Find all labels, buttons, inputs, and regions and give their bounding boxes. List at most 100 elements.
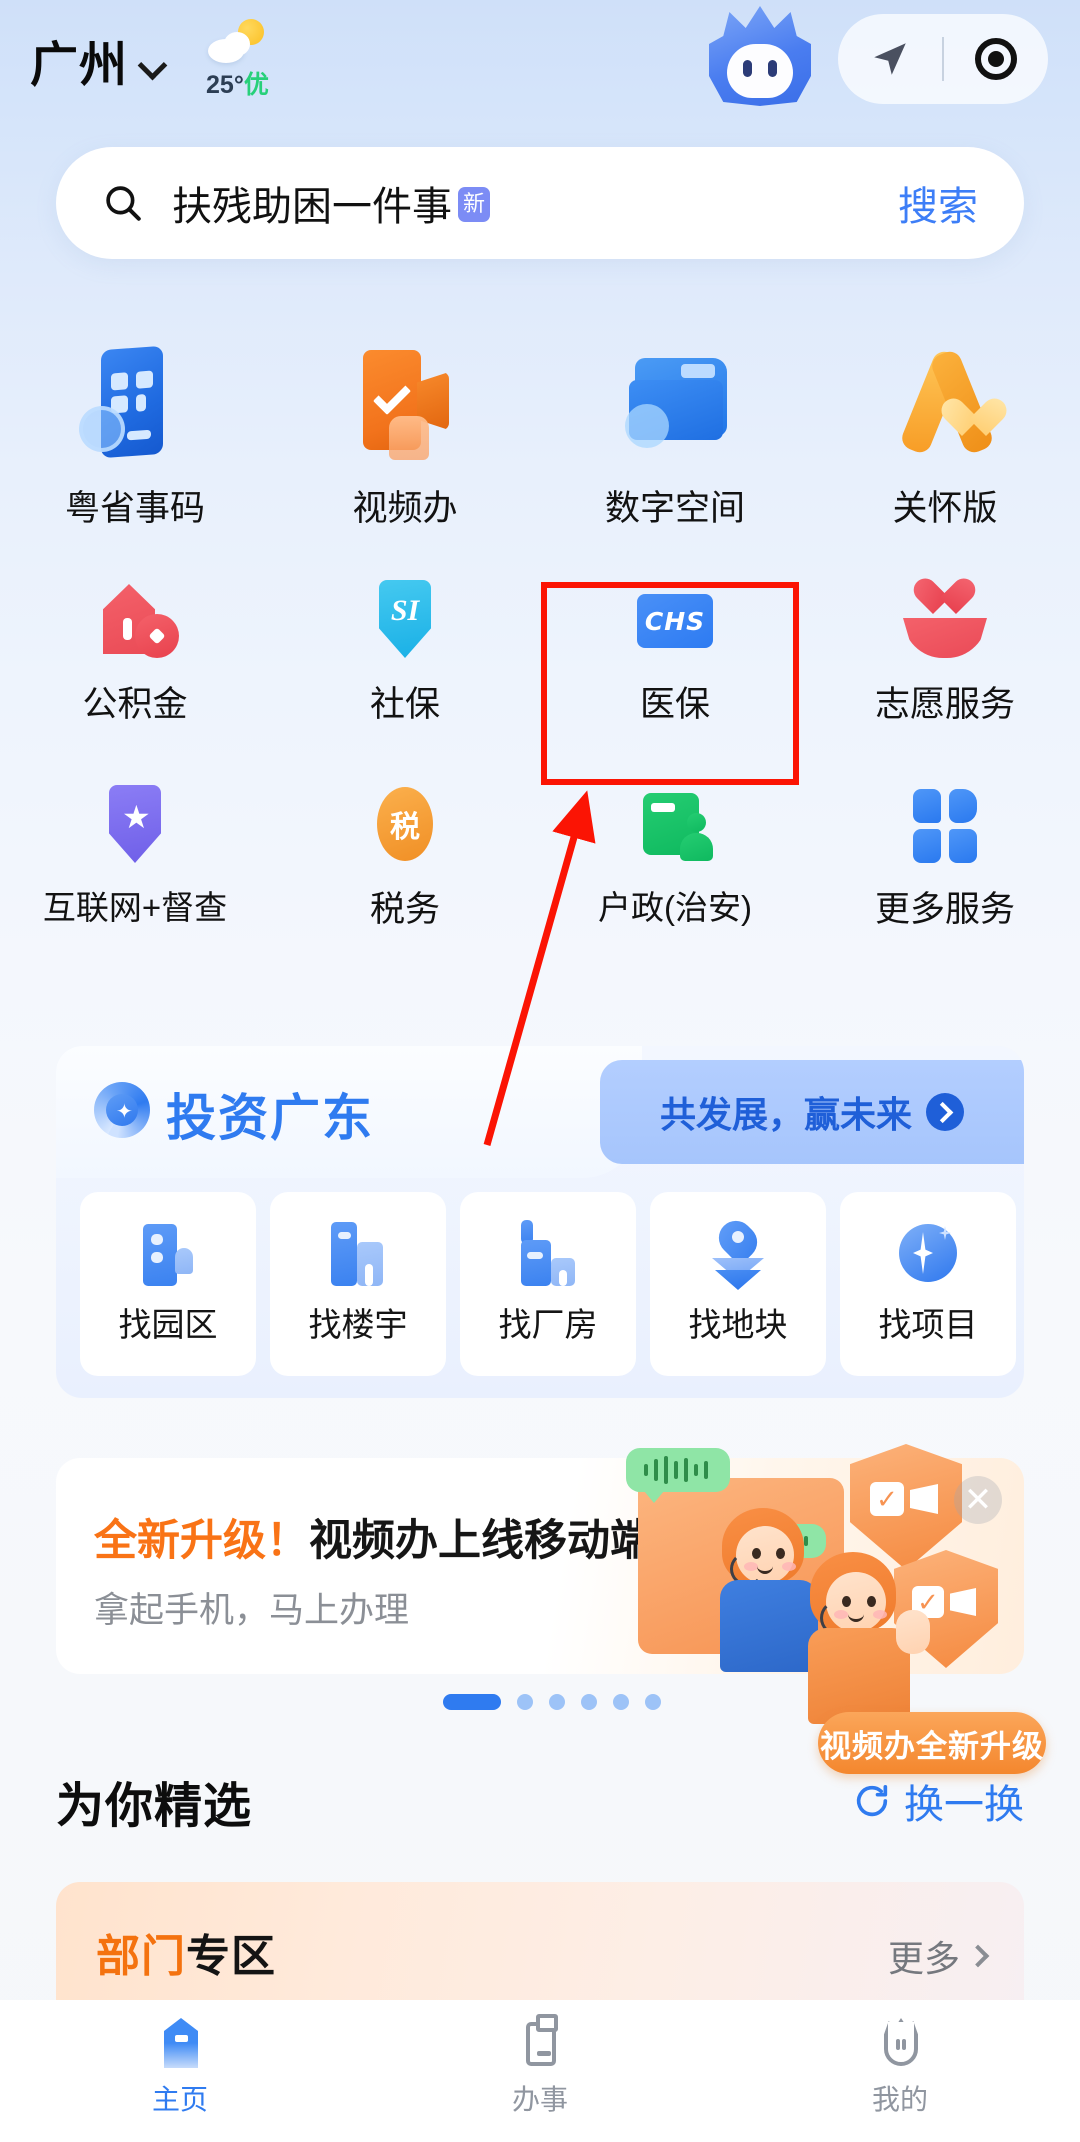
invest-item-find-project[interactable]: 找项目 — [840, 1192, 1016, 1376]
invest-item-find-building[interactable]: 找楼宇 — [270, 1192, 446, 1376]
bottom-tab-bar: 主页 办事 我的 — [0, 2000, 1080, 2142]
department-more-button[interactable]: 更多 — [887, 1930, 990, 1982]
promo-badge-label: 视频办全新升级 — [820, 1728, 1044, 1764]
care-version-icon — [877, 334, 1013, 470]
promo-title-rest: 视频办上线移动端 — [309, 1517, 653, 1565]
tab-services[interactable]: 办事 — [360, 2014, 720, 2118]
invest-item-label: 找厂房 — [498, 1306, 598, 1343]
promo-badge[interactable]: 视频办全新升级 — [818, 1712, 1046, 1774]
find-land-icon — [701, 1213, 775, 1292]
invest-items-list: 找园区 找楼宇 找厂房 找地块 找项目 — [80, 1192, 1016, 1376]
close-icon: ✕ — [963, 1481, 993, 1519]
service-grid: 粤省事码 视频办 数字空间 关怀版 公积金 SI 社保 CHS 医保 志愿服务 … — [0, 318, 1080, 968]
service-item-care-version[interactable]: 关怀版 — [810, 318, 1080, 558]
partly-cloudy-icon — [206, 19, 268, 63]
find-factory-icon — [511, 1218, 585, 1292]
invest-cta-button[interactable]: 共发展，赢未来 — [600, 1060, 1024, 1164]
new-badge: 新 — [458, 187, 491, 222]
city-selector[interactable]: 广州 — [30, 25, 164, 95]
tab-label: 我的 — [871, 2084, 928, 2115]
service-item-label: 粤省事码 — [64, 489, 205, 528]
service-grid-row-1: 粤省事码 视频办 数字空间 关怀版 — [0, 318, 1080, 558]
service-grid-row-2: 公积金 SI 社保 CHS 医保 志愿服务 — [0, 558, 1080, 763]
carousel-dot[interactable] — [581, 1694, 597, 1710]
record-button[interactable] — [944, 38, 1048, 80]
service-item-internet-supervision[interactable]: ★ 互联网+督查 — [0, 763, 270, 968]
promo-banner[interactable]: 全新升级！视频办上线移动端 拿起手机，马上办理 ✓ ✓ ✕ — [56, 1444, 1024, 1724]
tab-profile[interactable]: 我的 — [720, 2014, 1080, 2118]
search-input[interactable]: 扶残助困一件事新 — [172, 174, 491, 232]
invest-guangdong-card[interactable]: ✦ 投资广东 共发展，赢未来 找园区 找楼宇 找厂房 找地块 找项目 — [56, 1046, 1024, 1398]
invest-item-find-park[interactable]: 找园区 — [80, 1192, 256, 1376]
promo-close-button[interactable]: ✕ — [954, 1476, 1002, 1524]
chevron-right-icon — [926, 1093, 964, 1131]
profile-icon — [872, 2014, 928, 2070]
service-item-housing-fund[interactable]: 公积金 — [0, 558, 270, 763]
invest-card-title: 投资广东 — [166, 1090, 374, 1146]
video-service-icon — [337, 334, 473, 470]
invest-item-label: 找地块 — [688, 1306, 788, 1343]
service-item-medical-insurance[interactable]: CHS 医保 — [540, 558, 810, 763]
search-query-text: 扶残助困一件事 — [172, 185, 452, 229]
invest-cta-label: 共发展，赢未来 — [659, 1094, 912, 1135]
service-item-social-insurance[interactable]: SI 社保 — [270, 558, 540, 763]
housing-fund-icon — [89, 574, 181, 666]
invest-item-label: 找园区 — [118, 1306, 218, 1343]
service-item-video-service[interactable]: 视频办 — [270, 318, 540, 558]
promo-title: 全新升级！视频办上线移动端 — [94, 1506, 653, 1568]
refresh-featured-button[interactable]: 换一换 — [852, 1772, 1024, 1830]
service-grid-row-3: ★ 互联网+督查 税 税务 户政(治安) 更多服务 — [0, 763, 1080, 968]
service-item-label: 社保 — [369, 685, 440, 724]
tab-label: 办事 — [511, 2084, 568, 2115]
service-item-label: 视频办 — [352, 489, 458, 528]
service-item-household-police[interactable]: 户政(治安) — [540, 763, 810, 968]
air-quality-label: 优 — [243, 71, 269, 99]
navigate-icon — [874, 43, 906, 75]
volunteer-service-icon — [899, 574, 991, 666]
search-bar[interactable]: 扶残助困一件事新 搜索 — [56, 147, 1024, 259]
weather-temperature: 25° — [206, 71, 244, 99]
more-services-icon — [899, 779, 991, 871]
promo-subtitle: 拿起手机，马上办理 — [94, 1591, 410, 1630]
promo-title-highlight: 全新升级！ — [94, 1517, 309, 1565]
find-building-icon — [321, 1218, 395, 1292]
service-item-tax[interactable]: 税 税务 — [270, 763, 540, 968]
weather-widget[interactable]: 25°优 — [206, 19, 269, 101]
social-insurance-icon: SI — [359, 574, 451, 666]
internet-supervision-icon: ★ — [89, 779, 181, 871]
service-item-volunteer-service[interactable]: 志愿服务 — [810, 558, 1080, 763]
chevron-down-icon — [142, 55, 164, 77]
service-item-digital-space[interactable]: 数字空间 — [540, 318, 810, 558]
carousel-dots[interactable] — [443, 1694, 661, 1710]
service-item-yue-code[interactable]: 粤省事码 — [0, 318, 270, 558]
household-police-icon — [629, 779, 721, 871]
carousel-dot[interactable] — [549, 1694, 565, 1710]
record-icon — [975, 38, 1017, 80]
header-action-pill — [838, 14, 1048, 104]
medical-insurance-chs-icon: CHS — [629, 574, 721, 666]
tab-label: 主页 — [151, 2084, 208, 2115]
carousel-dot[interactable] — [613, 1694, 629, 1710]
invest-item-find-land[interactable]: 找地块 — [650, 1192, 826, 1376]
carousel-dot[interactable] — [645, 1694, 661, 1710]
carousel-dot-active[interactable] — [443, 1694, 501, 1710]
service-item-label: 更多服务 — [874, 890, 1015, 929]
promo-illustration: ✓ ✓ — [604, 1434, 1024, 1724]
carousel-dot[interactable] — [517, 1694, 533, 1710]
invest-item-find-factory[interactable]: 找厂房 — [460, 1192, 636, 1376]
app-mascot-avatar[interactable] — [705, 6, 815, 116]
search-icon — [106, 186, 141, 221]
service-item-more-services[interactable]: 更多服务 — [810, 763, 1080, 968]
service-item-label: 志愿服务 — [874, 685, 1015, 724]
invest-item-label: 找项目 — [878, 1306, 978, 1343]
navigate-button[interactable] — [838, 38, 942, 80]
department-zone-title: 部门专区 — [96, 1920, 276, 1984]
digital-space-icon — [607, 334, 743, 470]
department-more-label: 更多 — [887, 1938, 960, 1979]
service-item-label: 公积金 — [82, 685, 188, 724]
tab-home[interactable]: 主页 — [0, 2014, 360, 2118]
city-name: 广州 — [30, 39, 129, 92]
featured-section-header: 为你精选 换一换 — [56, 1766, 1024, 1836]
invest-card-header: ✦ 投资广东 共发展，赢未来 — [56, 1046, 1024, 1178]
search-button[interactable]: 搜索 — [898, 174, 978, 232]
